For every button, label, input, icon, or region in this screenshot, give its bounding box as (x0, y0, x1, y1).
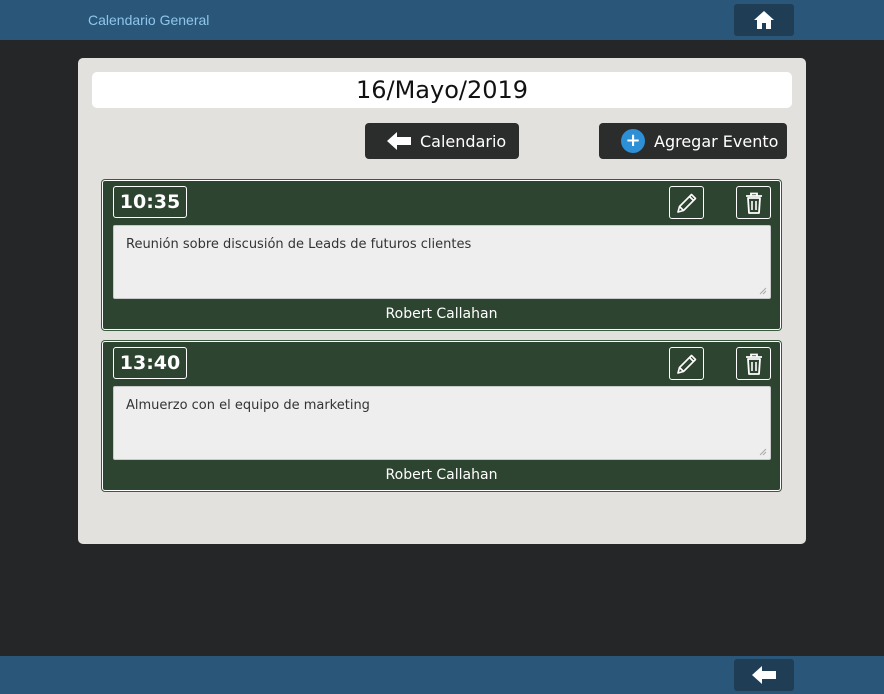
home-button[interactable] (734, 4, 794, 36)
pencil-icon (676, 354, 696, 374)
page-title-date: 16/Mayo/2019 (92, 72, 792, 108)
day-panel: 16/Mayo/2019 Calendario + Agregar Evento… (78, 58, 806, 544)
event-time: 13:40 (113, 347, 187, 379)
edit-event-button[interactable] (669, 186, 704, 219)
event-time: 10:35 (113, 186, 187, 218)
event-description[interactable]: Reunión sobre discusión de Leads de futu… (113, 225, 771, 299)
app-title: Calendario General (88, 12, 210, 28)
event-author: Robert Callahan (385, 467, 498, 483)
home-icon (754, 11, 774, 29)
event-description[interactable]: Almuerzo con el equipo de marketing (113, 386, 771, 460)
pencil-icon (676, 193, 696, 213)
event-description-text: Reunión sobre discusión de Leads de futu… (126, 237, 472, 252)
arrow-left-icon (752, 666, 776, 684)
event-card: 13:40 Almuerzo con el equipo de marketin… (102, 341, 781, 491)
calendar-back-button[interactable]: Calendario (365, 123, 519, 159)
event-description-text: Almuerzo con el equipo de marketing (126, 398, 370, 413)
edit-event-button[interactable] (669, 347, 704, 380)
add-event-button[interactable]: + Agregar Evento (599, 123, 787, 159)
arrow-left-icon (387, 132, 411, 150)
trash-icon (745, 192, 762, 214)
back-button[interactable] (734, 659, 794, 691)
event-card: 10:35 Reunión sobre discusión de Leads d… (102, 180, 781, 330)
bottom-bar (0, 656, 884, 694)
delete-event-button[interactable] (736, 186, 771, 219)
event-author: Robert Callahan (385, 306, 498, 322)
add-event-button-label: Agregar Evento (654, 131, 779, 151)
plus-circle-icon: + (621, 129, 645, 153)
resize-grip-icon[interactable] (759, 287, 767, 295)
trash-icon (745, 353, 762, 375)
resize-grip-icon[interactable] (759, 448, 767, 456)
top-bar: Calendario General (0, 0, 884, 40)
delete-event-button[interactable] (736, 347, 771, 380)
calendar-button-label: Calendario (420, 131, 507, 151)
